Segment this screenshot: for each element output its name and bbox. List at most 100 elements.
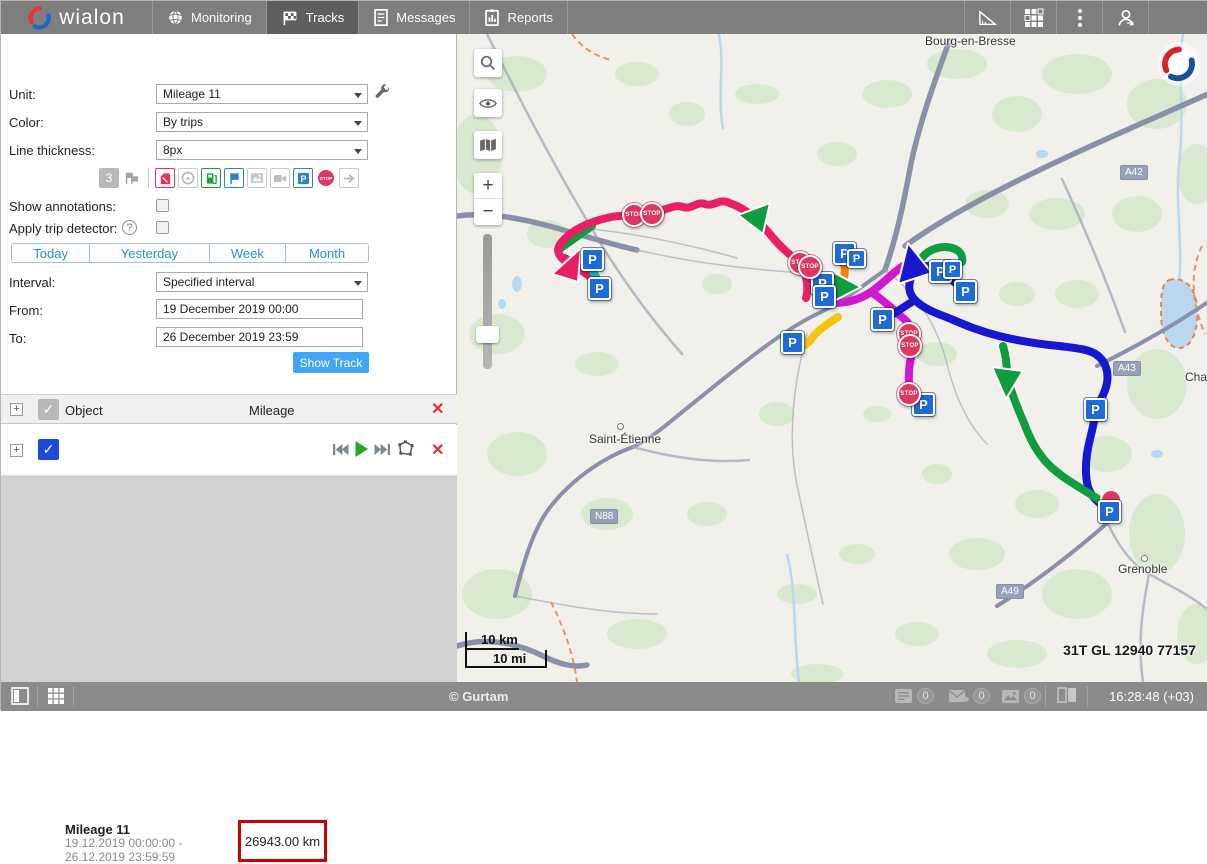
unit-value: Mileage 11	[163, 87, 221, 101]
fuel-can-marker-toggle[interactable]	[155, 168, 175, 188]
layout-toggle-button[interactable]	[1057, 687, 1077, 703]
trip-detector-checkbox[interactable]	[156, 221, 169, 234]
panel-empty-area	[1, 476, 457, 682]
marker-toolbar: 3 P	[99, 167, 359, 189]
statusbar-divider	[1087, 686, 1088, 707]
range-yesterday-button[interactable]: Yesterday	[90, 244, 209, 262]
user-account-button[interactable]	[1102, 1, 1148, 34]
playback-rewind-button[interactable]	[332, 442, 349, 457]
arrow-marker-toggle[interactable]	[339, 168, 359, 188]
zoom-slider-handle[interactable]	[476, 326, 499, 343]
parking-marker[interactable]: P	[581, 248, 604, 271]
range-week-button[interactable]: Week	[210, 244, 287, 262]
parking-marker[interactable]: P	[588, 277, 611, 300]
expand-row-button[interactable]: +	[10, 444, 23, 457]
mail-counter[interactable]: 0	[948, 688, 990, 704]
measure-tool-button[interactable]	[964, 1, 1010, 34]
zoom-in-button[interactable]: +	[474, 173, 502, 199]
map-scale: 10 km 10 mi	[465, 632, 547, 668]
stop-marker[interactable]: STOP	[897, 382, 921, 406]
map-layers-icon	[479, 138, 497, 152]
zoom-out-button[interactable]: −	[474, 199, 502, 225]
to-label: To:	[9, 331, 26, 346]
parking-marker[interactable]: P	[1084, 398, 1107, 421]
video-marker-toggle[interactable]	[270, 168, 290, 188]
stop-marker[interactable]: STOP	[798, 255, 822, 279]
color-select[interactable]: By trips	[156, 112, 368, 132]
parking-marker[interactable]: P	[871, 308, 894, 331]
more-menu-button[interactable]	[1056, 1, 1102, 34]
interval-label: Interval:	[9, 275, 55, 290]
bottom-apps-button[interactable]	[47, 687, 65, 705]
map-graphics	[457, 34, 1207, 682]
range-month-button[interactable]: Month	[286, 244, 368, 262]
svg-text:STOP: STOP	[320, 176, 332, 181]
copyright: © Gurtam	[449, 689, 508, 704]
parking-marker[interactable]: P	[954, 280, 977, 303]
statusbar-divider	[73, 686, 74, 707]
show-annotations-checkbox[interactable]	[156, 199, 169, 212]
image-icon	[1001, 689, 1020, 704]
flag-marker-toggle[interactable]	[224, 168, 244, 188]
to-date-input[interactable]	[156, 327, 363, 347]
road-badge-a42: A42	[1120, 165, 1148, 180]
stop-marker-toggle[interactable]: STOP	[316, 168, 336, 188]
apps-grid-icon	[1024, 8, 1044, 28]
city-label-grenoble: Grenoble	[1118, 562, 1167, 576]
parking-marker[interactable]: P	[943, 260, 962, 279]
parking-marker-toggle[interactable]: P	[293, 168, 313, 188]
track-mileage-highlighted: 26943.00 km	[238, 820, 327, 862]
quick-range-group: Today Yesterday Week Month	[11, 243, 369, 263]
select-all-checkbox[interactable]: ✓	[38, 399, 59, 420]
fuel-station-marker-toggle[interactable]	[201, 168, 221, 188]
from-date-input[interactable]	[156, 299, 363, 319]
events-circle-marker-toggle[interactable]	[178, 168, 198, 188]
parking-marker[interactable]: P	[781, 331, 804, 354]
chevron-down-icon	[354, 281, 362, 286]
track-polygon-button[interactable]	[396, 439, 415, 458]
tab-monitoring[interactable]: Monitoring	[153, 1, 267, 34]
stop-marker[interactable]: STOP	[640, 202, 664, 226]
map-layers-button[interactable]	[474, 131, 502, 159]
tab-messages[interactable]: Messages	[359, 1, 470, 34]
tab-reports[interactable]: Reports	[470, 1, 568, 34]
range-today-button[interactable]: Today	[12, 244, 90, 262]
playback-fast-forward-button[interactable]	[374, 442, 391, 457]
unit-select[interactable]: Mileage 11	[156, 84, 368, 104]
trip-detector-help-icon[interactable]: ?	[122, 220, 137, 235]
line-thickness-select[interactable]: 8px	[156, 140, 368, 160]
interval-select[interactable]: Specified interval	[156, 272, 368, 292]
remove-all-tracks-button[interactable]: ✕	[431, 402, 444, 418]
unit-properties-wrench-icon[interactable]	[374, 84, 392, 102]
road-badge-a43: A43	[1113, 361, 1141, 376]
wialon-logo: wialon	[1, 1, 153, 34]
eye-icon	[479, 97, 497, 110]
parking-marker[interactable]: P	[1098, 500, 1121, 523]
document-icon	[373, 9, 389, 26]
expand-all-button[interactable]: +	[10, 403, 23, 416]
map-visibility-button[interactable]	[474, 89, 502, 117]
parking-marker[interactable]: P	[813, 285, 836, 308]
playback-play-button[interactable]	[354, 440, 369, 458]
zoom-slider-track[interactable]	[483, 234, 492, 369]
remove-track-button[interactable]: ✕	[431, 443, 444, 459]
tab-tracks[interactable]: Tracks	[267, 1, 360, 34]
photo-marker-toggle[interactable]	[247, 168, 267, 188]
parking-marker[interactable]: P	[847, 249, 866, 268]
map-search-button[interactable]	[474, 49, 502, 77]
messages-counter[interactable]: 0	[894, 688, 934, 704]
statusbar-divider	[1045, 686, 1046, 707]
track-visible-checkbox[interactable]: ✓	[38, 439, 59, 460]
group-markers-count[interactable]: 3	[99, 168, 119, 188]
toggle-panel-button[interactable]	[11, 687, 29, 705]
apps-menu-button[interactable]	[1010, 1, 1056, 34]
report-chart-icon	[484, 9, 500, 26]
show-track-button[interactable]: Show Track	[293, 352, 369, 373]
svg-text:P: P	[300, 173, 306, 183]
group-flags-icon[interactable]	[122, 168, 142, 188]
media-counter[interactable]: 0	[1001, 688, 1041, 704]
stop-marker[interactable]: STOP	[898, 334, 922, 358]
color-value: By trips	[163, 115, 203, 129]
map-canvas[interactable]: + − Bourg-en-Bresse Saint-Étienne Grenob…	[457, 34, 1207, 682]
chevron-down-icon	[354, 93, 362, 98]
